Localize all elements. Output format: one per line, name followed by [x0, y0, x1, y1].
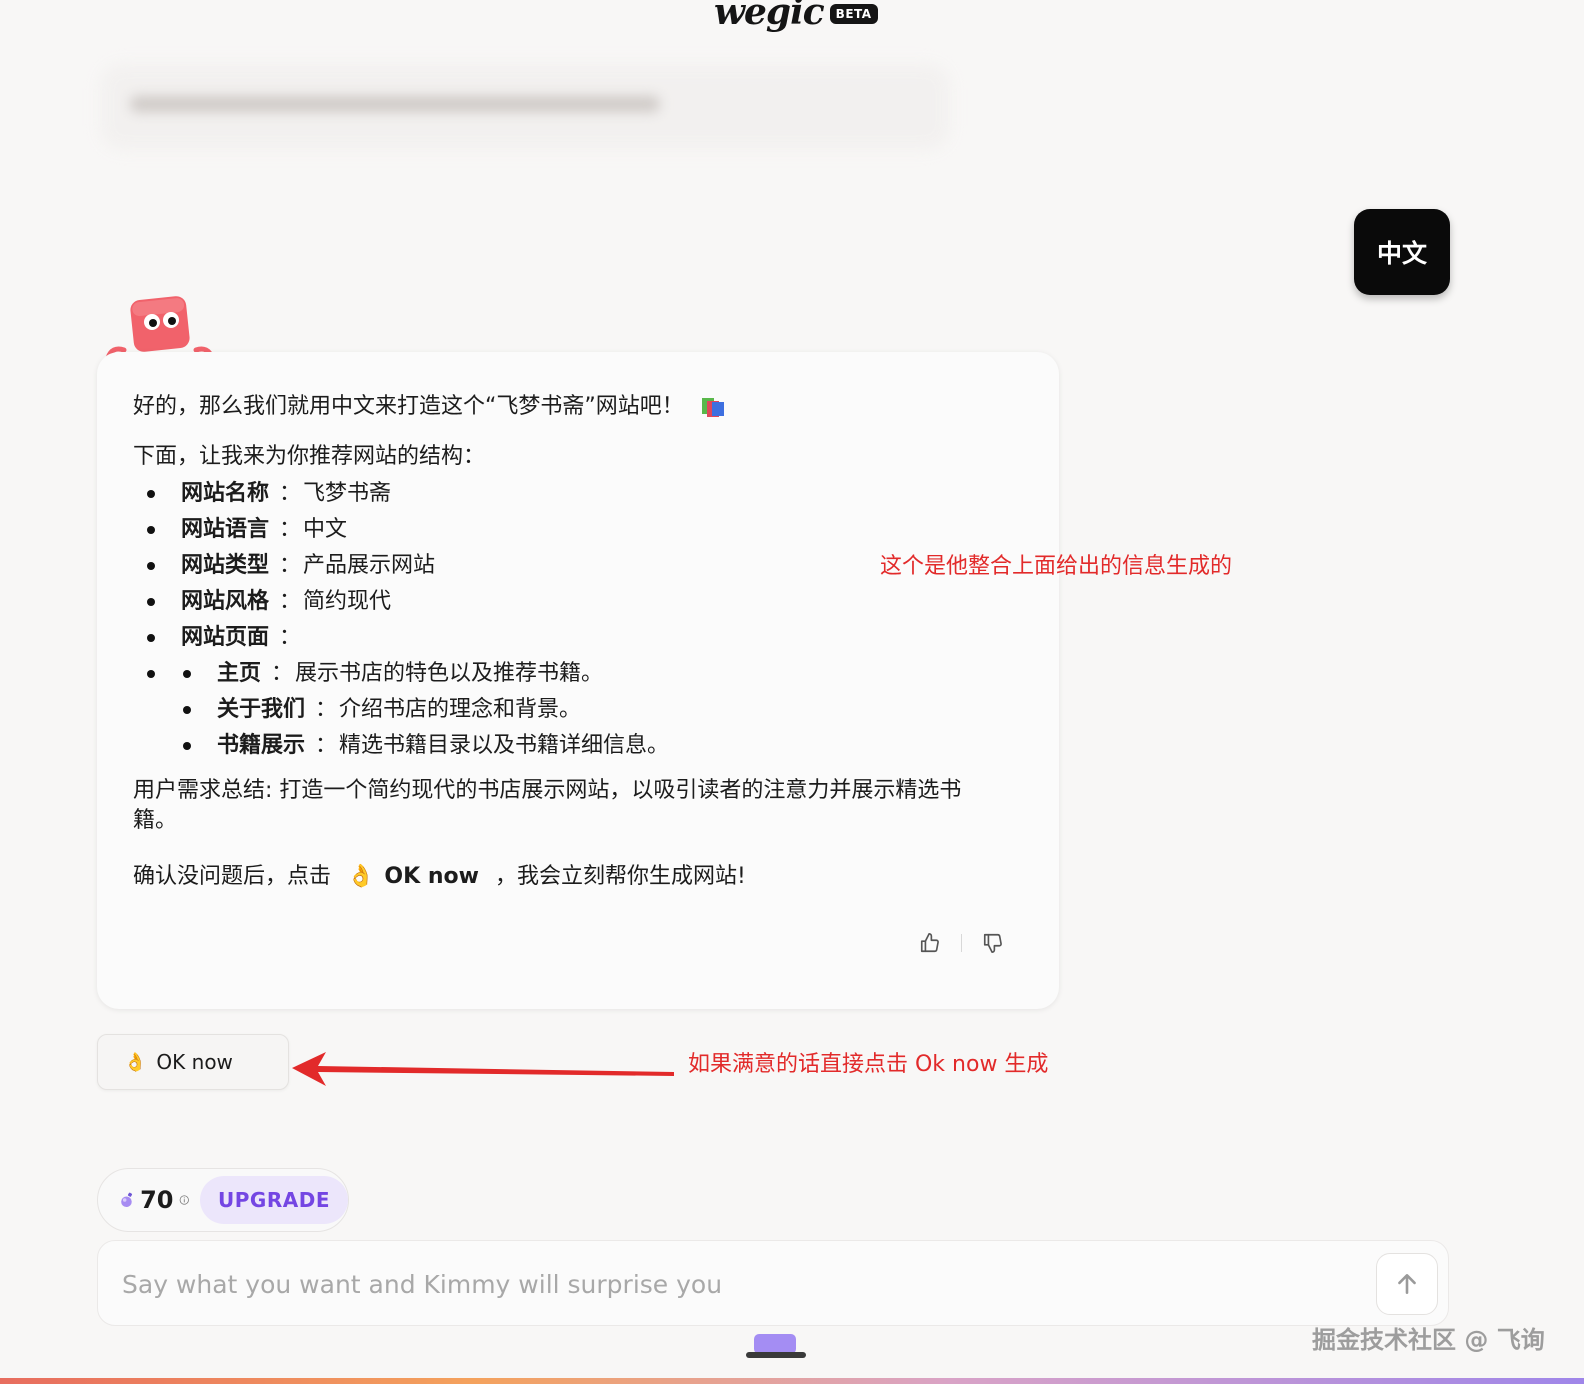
page: wegic BETA 中文 好的，那么我们就用中文来打造这个“飞梦书斋”网站吧！… [0, 0, 1584, 1384]
wegic-logo[interactable]: wegic BETA [714, 0, 878, 36]
ok-now-button[interactable]: 👌 OK now [97, 1034, 289, 1090]
thumbs-up-icon[interactable] [917, 930, 943, 956]
credits-count: 70 [140, 1186, 174, 1214]
feedback-divider [961, 934, 962, 952]
credits-panel: 70 UPGRADE [97, 1168, 349, 1232]
message-intro: 下面，让我来为你推荐网站的结构： [133, 444, 486, 469]
annotation-note-1: 这个是他整合上面给出的信息生成的 [880, 554, 1233, 579]
annotation-note-2: 如果满意的话直接点击 Ok now 生成 [688, 1052, 1049, 1077]
user-message-chip: 中文 [1354, 209, 1450, 295]
list-item: 网站页面： [133, 620, 669, 656]
structure-list: 网站名称 ：飞梦书斋 网站语言 ：中文 网站类型 ：产品展示网站 网站风格 ：简约现代 … [133, 476, 669, 764]
beta-badge: BETA [829, 4, 878, 24]
logo-wordmark: wegic [714, 0, 825, 33]
list-item: 网站名称 ：飞梦书斋 [133, 476, 669, 512]
mascot-peek-icon [746, 1334, 806, 1358]
list-item: 主页 ：展示书店的特色以及推荐书籍。 [133, 656, 669, 692]
info-icon[interactable] [179, 1191, 190, 1209]
watermark-text: 掘金技术社区 @ 飞询 [1312, 1326, 1545, 1354]
bottom-gradient-strip [0, 1378, 1584, 1384]
message-greeting: 好的，那么我们就用中文来打造这个“飞梦书斋”网站吧！ [133, 394, 684, 419]
assistant-message-bubble: 好的，那么我们就用中文来打造这个“飞梦书斋”网站吧！ 下面，让我来为你推荐网站的… [97, 352, 1059, 1009]
send-button[interactable] [1376, 1253, 1438, 1315]
ok-now-inline: OK now [384, 864, 479, 889]
pages-sublist: 主页 ：展示书店的特色以及推荐书籍。 关于我们 ：介绍书店的理念和背景。 书籍展示：… [133, 656, 669, 764]
list-item: 网站风格 ：简约现代 [133, 584, 669, 620]
arrow-up-icon [1398, 1274, 1416, 1294]
requirement-summary: 用户需求总结: 打造一个简约现代的书店展示网站，以吸引读者的注意力并展示精选书籍… [133, 778, 962, 833]
list-item: 网站类型 ：产品展示网站 [133, 548, 669, 584]
previous-message-text-blurred [130, 96, 660, 112]
ok-hand-icon: 👌 [347, 864, 375, 889]
ok-hand-icon: 👌 [124, 1051, 147, 1073]
potion-icon [121, 1192, 133, 1208]
feedback-controls [917, 930, 1006, 956]
pages-sublist-container: 主页 ：展示书店的特色以及推荐书籍。 关于我们 ：介绍书店的理念和背景。 书籍展示：… [133, 656, 669, 764]
chat-input[interactable] [122, 1265, 1322, 1303]
ok-now-label: OK now [156, 1050, 233, 1074]
message-line-1: 好的，那么我们就用中文来打造这个“飞梦书斋”网站吧！ [133, 392, 725, 422]
confirm-instruction: 确认没问题后，点击 👌 OK now ，我会立刻帮你生成网站! [133, 864, 746, 889]
list-item: 书籍展示 ：精选书籍目录以及书籍详细信息。 [133, 728, 669, 764]
list-item: 关于我们 ：介绍书店的理念和背景。 [133, 692, 669, 728]
upgrade-button[interactable]: UPGRADE [200, 1176, 348, 1224]
list-item: 网站语言 ：中文 [133, 512, 669, 548]
book-icon [701, 398, 724, 417]
annotation-arrow-icon [292, 1052, 674, 1086]
chat-input-box [97, 1240, 1449, 1326]
thumbs-down-icon[interactable] [980, 930, 1006, 956]
